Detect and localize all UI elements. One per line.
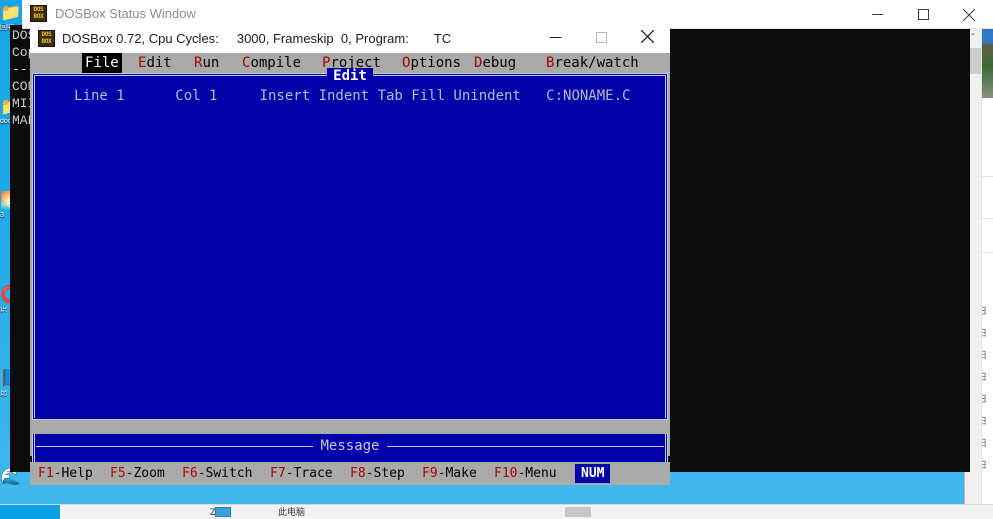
fkey-f1-help[interactable]: F1-Help: [38, 462, 93, 485]
minimize-button[interactable]: [854, 0, 900, 28]
dosbox-icon: DOSBOX: [38, 30, 55, 47]
fkey-f9-make[interactable]: F9-Make: [422, 462, 477, 485]
maximize-button[interactable]: [900, 0, 946, 28]
taskbar-item[interactable]: 此电脑: [278, 505, 305, 519]
num-lock-badge: NUM: [575, 464, 610, 483]
start-button[interactable]: [0, 505, 60, 519]
close-button[interactable]: [946, 0, 992, 28]
dos-screen[interactable]: File Edit Run Compile Project Options De…: [30, 53, 670, 456]
taskbar-icon[interactable]: [215, 507, 231, 517]
taskbar-tray-item[interactable]: [565, 507, 591, 517]
fkey-f5-zoom[interactable]: F5-Zoom: [110, 462, 165, 485]
maximize-button: [578, 24, 624, 53]
fkey-f10-menu[interactable]: F10-Menu: [494, 462, 557, 485]
message-title: Message: [32, 438, 668, 454]
dosbox-icon: DOSBOX: [30, 5, 47, 22]
turbo-c-status-bar[interactable]: F1-Help F5-Zoom F6-Switch F7-Trace F8-St…: [30, 462, 670, 485]
fkey-f7-trace[interactable]: F7-Trace: [270, 462, 333, 485]
dosbox-title-bar[interactable]: DOSBOX DOSBox 0.72, Cpu Cycles: 3000, Fr…: [30, 24, 670, 53]
dosbox-window-title: DOSBox 0.72, Cpu Cycles: 3000, Frameskip…: [62, 24, 451, 53]
editor-title: Edit: [32, 69, 668, 83]
minimize-button[interactable]: [532, 24, 578, 53]
editor-window[interactable]: Edit Line 1 Col 1 Insert Indent Tab Fill…: [32, 73, 668, 420]
fkey-f6-switch[interactable]: F6-Switch: [182, 462, 252, 485]
editor-status-line: Line 1 Col 1 Insert Indent Tab Fill Unin…: [32, 87, 668, 105]
fkey-f8-step[interactable]: F8-Step: [350, 462, 405, 485]
editor-text-area[interactable]: [40, 109, 660, 414]
close-button[interactable]: [624, 24, 670, 53]
folder-icon: 📁: [0, 2, 22, 24]
taskbar[interactable]: ZIP 此电脑: [0, 504, 993, 519]
dosbox-emulator-window[interactable]: DOSBOX DOSBox 0.72, Cpu Cycles: 3000, Fr…: [30, 24, 670, 456]
